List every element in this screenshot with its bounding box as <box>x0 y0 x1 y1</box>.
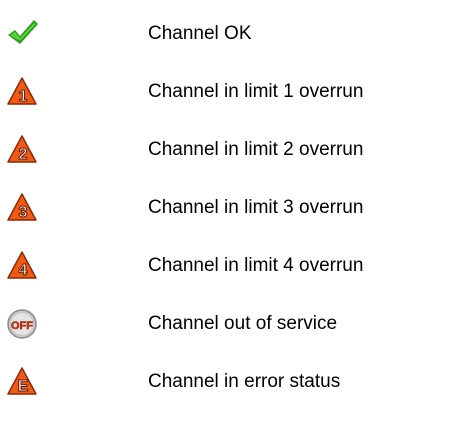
off-badge: OFF <box>11 320 33 332</box>
legend-row-limit-1: 1 Channel in limit 1 overrun <box>0 72 457 112</box>
legend-label-error: Channel in error status <box>148 371 341 392</box>
error-warning-icon: E <box>4 362 40 402</box>
limit-1-badge: 1 <box>19 88 28 105</box>
legend-label-limit-3: Channel in limit 3 overrun <box>148 197 364 218</box>
legend-row-limit-4: 4 Channel in limit 4 overrun <box>0 246 457 286</box>
limit-2-warning-icon: 2 <box>4 130 40 170</box>
limit-4-warning-icon: 4 <box>4 246 40 286</box>
legend-label-limit-4: Channel in limit 4 overrun <box>148 255 364 276</box>
checkmark-icon <box>4 14 40 54</box>
limit-4-badge: 4 <box>19 262 28 279</box>
limit-1-warning-icon: 1 <box>4 72 40 112</box>
legend-row-limit-2: 2 Channel in limit 2 overrun <box>0 130 457 170</box>
legend-label-limit-1: Channel in limit 1 overrun <box>148 81 364 102</box>
limit-3-badge: 3 <box>19 204 28 221</box>
legend-row-error: E Channel in error status <box>0 362 457 402</box>
legend-label-off: Channel out of service <box>148 313 338 334</box>
limit-2-badge: 2 <box>19 146 28 163</box>
error-badge: E <box>18 378 29 395</box>
legend-label-ok: Channel OK <box>148 23 252 44</box>
legend-label-limit-2: Channel in limit 2 overrun <box>148 139 364 160</box>
legend-row-limit-3: 3 Channel in limit 3 overrun <box>0 188 457 228</box>
legend-row-ok: Channel OK <box>0 14 457 54</box>
off-icon: OFF <box>4 304 40 344</box>
limit-3-warning-icon: 3 <box>4 188 40 228</box>
legend-row-off: OFF Channel out of service <box>0 304 457 344</box>
